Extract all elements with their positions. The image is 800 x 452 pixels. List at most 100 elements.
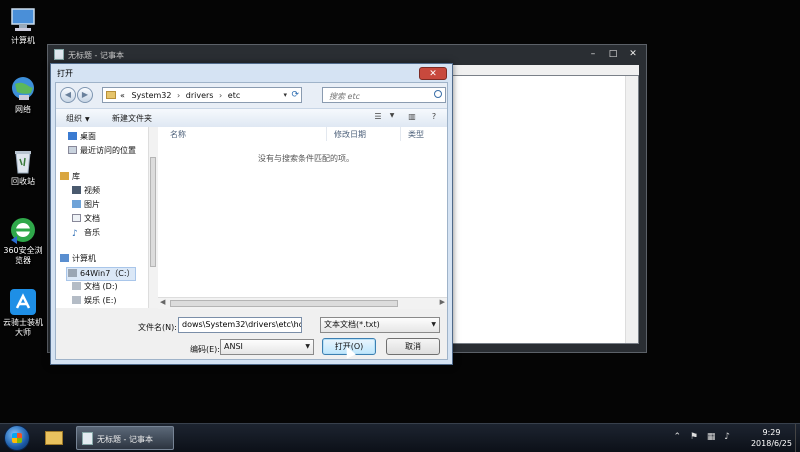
videos-icon <box>72 186 81 194</box>
breadcrumb-drivers[interactable]: drivers <box>186 91 214 100</box>
breadcrumb: « System32 › drivers › etc <box>120 91 240 100</box>
desktop-icon-label: 计算机 <box>11 36 35 45</box>
filename-input[interactable]: dows\System32\drivers\etc\hosts <box>178 317 302 333</box>
taskbar-task-label: 无标题 - 记事本 <box>97 435 153 444</box>
search-box[interactable] <box>322 87 446 103</box>
column-divider[interactable] <box>326 127 327 141</box>
cancel-button[interactable]: 取消 <box>386 338 440 355</box>
minimize-button[interactable]: – <box>584 48 602 61</box>
taskbar-explorer-button[interactable] <box>42 427 66 449</box>
scrollbar-thumb[interactable] <box>170 300 398 307</box>
close-button[interactable]: ✕ <box>624 48 642 61</box>
music-icon: ♪ <box>72 229 78 239</box>
organize-menu[interactable]: 组织 ▼ <box>66 113 90 124</box>
column-divider[interactable] <box>400 127 401 141</box>
nav-item-recent-places[interactable]: 最近访问的位置 <box>68 145 136 157</box>
dialog-close-button[interactable]: ✕ <box>419 67 447 80</box>
desktop-icon-label: 回收站 <box>11 177 35 186</box>
file-list-horizontal-scrollbar[interactable]: ◀ ▶ <box>158 297 447 309</box>
navigation-pane-scrollbar[interactable] <box>148 127 158 308</box>
navigation-pane: 桌面 最近访问的位置 库 视频 图片 文档 ♪ 音乐 计算机 64Win7（C:… <box>56 127 153 308</box>
recent-places-icon <box>68 146 77 154</box>
desktop-icon-label: 云骑士装机大师 <box>3 318 43 337</box>
nav-item-desktop[interactable]: 桌面 <box>68 131 96 143</box>
desktop-icon-recycle-bin[interactable]: 回收站 <box>0 147 46 187</box>
search-icon[interactable] <box>434 90 442 98</box>
column-header-type[interactable]: 类型 <box>408 129 424 140</box>
nav-item-drive-d[interactable]: 文档 (D:) <box>72 281 118 293</box>
scrollbar-thumb[interactable] <box>150 157 156 267</box>
scroll-right-icon[interactable]: ▶ <box>440 298 445 306</box>
nav-item-label: 音乐 <box>84 228 100 237</box>
breadcrumb-etc[interactable]: etc <box>228 91 240 100</box>
taskbar: 无标题 - 记事本 ⌃ ⚑ ▦ ♪ 9:29 2018/6/25 <box>0 423 800 452</box>
view-options-icon[interactable]: ☰ <box>372 112 384 123</box>
network-icon[interactable]: ▦ <box>707 432 716 442</box>
nav-item-drive-c[interactable]: 64Win7（C:） <box>66 267 136 281</box>
forward-button[interactable]: ▶ <box>77 87 93 103</box>
dialog-title: 打开 <box>57 69 73 78</box>
nav-item-library[interactable]: 库 <box>60 171 80 183</box>
clock-time: 9:29 <box>762 428 781 437</box>
desktop-icon-network[interactable]: 网络 <box>0 75 46 115</box>
desktop-icon-360-browser[interactable]: 360安全浏览器 <box>0 216 46 266</box>
tray-flag-icon[interactable]: ⚑ <box>690 432 698 442</box>
navigation-bar: ◀ ▶ « System32 › drivers › etc ▾ ⟳ <box>56 83 447 108</box>
refresh-icon[interactable]: ⟳ <box>291 90 299 100</box>
notepad-vertical-scrollbar[interactable] <box>625 76 638 343</box>
search-input[interactable] <box>327 89 431 103</box>
drive-icon <box>72 282 81 290</box>
yunqishi-icon <box>9 288 37 316</box>
desktop-icon <box>68 132 77 140</box>
nav-item-label: 图片 <box>84 200 100 209</box>
scroll-left-icon[interactable]: ◀ <box>160 298 165 306</box>
breadcrumb-separator-icon[interactable]: › <box>174 91 183 100</box>
drive-icon <box>68 269 77 277</box>
nav-item-music[interactable]: ♪ 音乐 <box>72 227 100 239</box>
encoding-select[interactable]: ANSI ▼ <box>220 339 314 355</box>
dialog-body: ◀ ▶ « System32 › drivers › etc ▾ ⟳ 搜索 et… <box>55 82 448 360</box>
tray-expand-icon[interactable]: ⌃ <box>673 432 681 442</box>
preview-pane-icon[interactable]: ▥ <box>406 112 418 123</box>
breadcrumb-separator-icon[interactable]: › <box>216 91 225 100</box>
notepad-titlebar[interactable]: 无标题 - 记事本 – □ ✕ <box>48 45 646 65</box>
nav-item-computer[interactable]: 计算机 <box>60 253 96 265</box>
column-header-name[interactable]: 名称 <box>170 129 186 140</box>
taskbar-clock[interactable]: 9:29 2018/6/25 <box>751 427 792 449</box>
encoding-value: ANSI <box>224 342 243 351</box>
desktop-icon-computer[interactable]: 计算机 <box>0 6 46 46</box>
breadcrumb-system32[interactable]: System32 <box>127 91 171 100</box>
nav-item-label: 最近访问的位置 <box>80 146 136 155</box>
start-button[interactable] <box>4 425 30 451</box>
breadcrumb-overflow[interactable]: « <box>120 91 125 100</box>
nav-item-label: 桌面 <box>80 132 96 141</box>
empty-message: 没有与搜索条件匹配的项。 <box>258 154 354 163</box>
volume-icon[interactable]: ♪ <box>724 432 730 442</box>
maximize-button[interactable]: □ <box>604 48 622 61</box>
desktop-icon-yunqishi[interactable]: 云骑士装机大师 <box>0 288 46 338</box>
nav-item-documents[interactable]: 文档 <box>72 213 100 225</box>
view-dropdown-icon[interactable]: ▼ <box>386 112 398 123</box>
file-list[interactable]: 名称 修改日期 类型 没有与搜索条件匹配的项。 <box>158 127 447 308</box>
chevron-down-icon: ▼ <box>85 116 90 123</box>
nav-item-label: 娱乐 (E:) <box>84 296 117 305</box>
nav-item-label: 计算机 <box>72 254 96 263</box>
show-desktop-button[interactable] <box>795 424 800 452</box>
dialog-footer: 文件名(N): dows\System32\drivers\etc\hosts … <box>56 309 447 359</box>
back-button[interactable]: ◀ <box>60 87 76 103</box>
nav-item-videos[interactable]: 视频 <box>72 185 100 197</box>
column-header-modified[interactable]: 修改日期 <box>334 129 366 140</box>
filetype-select[interactable]: 文本文档(*.txt) ▼ <box>320 317 440 333</box>
nav-item-label: 库 <box>72 172 80 181</box>
taskbar-notepad-button[interactable]: 无标题 - 记事本 <box>76 426 174 450</box>
address-bar[interactable]: « System32 › drivers › etc ▾ ⟳ <box>102 87 302 103</box>
documents-icon <box>72 214 81 222</box>
nav-item-pictures[interactable]: 图片 <box>72 199 100 211</box>
help-icon[interactable]: ? <box>428 112 440 123</box>
library-icon <box>60 172 69 180</box>
new-folder-button[interactable]: 新建文件夹 <box>112 113 152 124</box>
address-dropdown-icon[interactable]: ▾ <box>283 91 287 99</box>
nav-item-label: 视频 <box>84 186 100 195</box>
browser-360-icon <box>9 216 37 244</box>
nav-item-drive-e[interactable]: 娱乐 (E:) <box>72 295 117 305</box>
